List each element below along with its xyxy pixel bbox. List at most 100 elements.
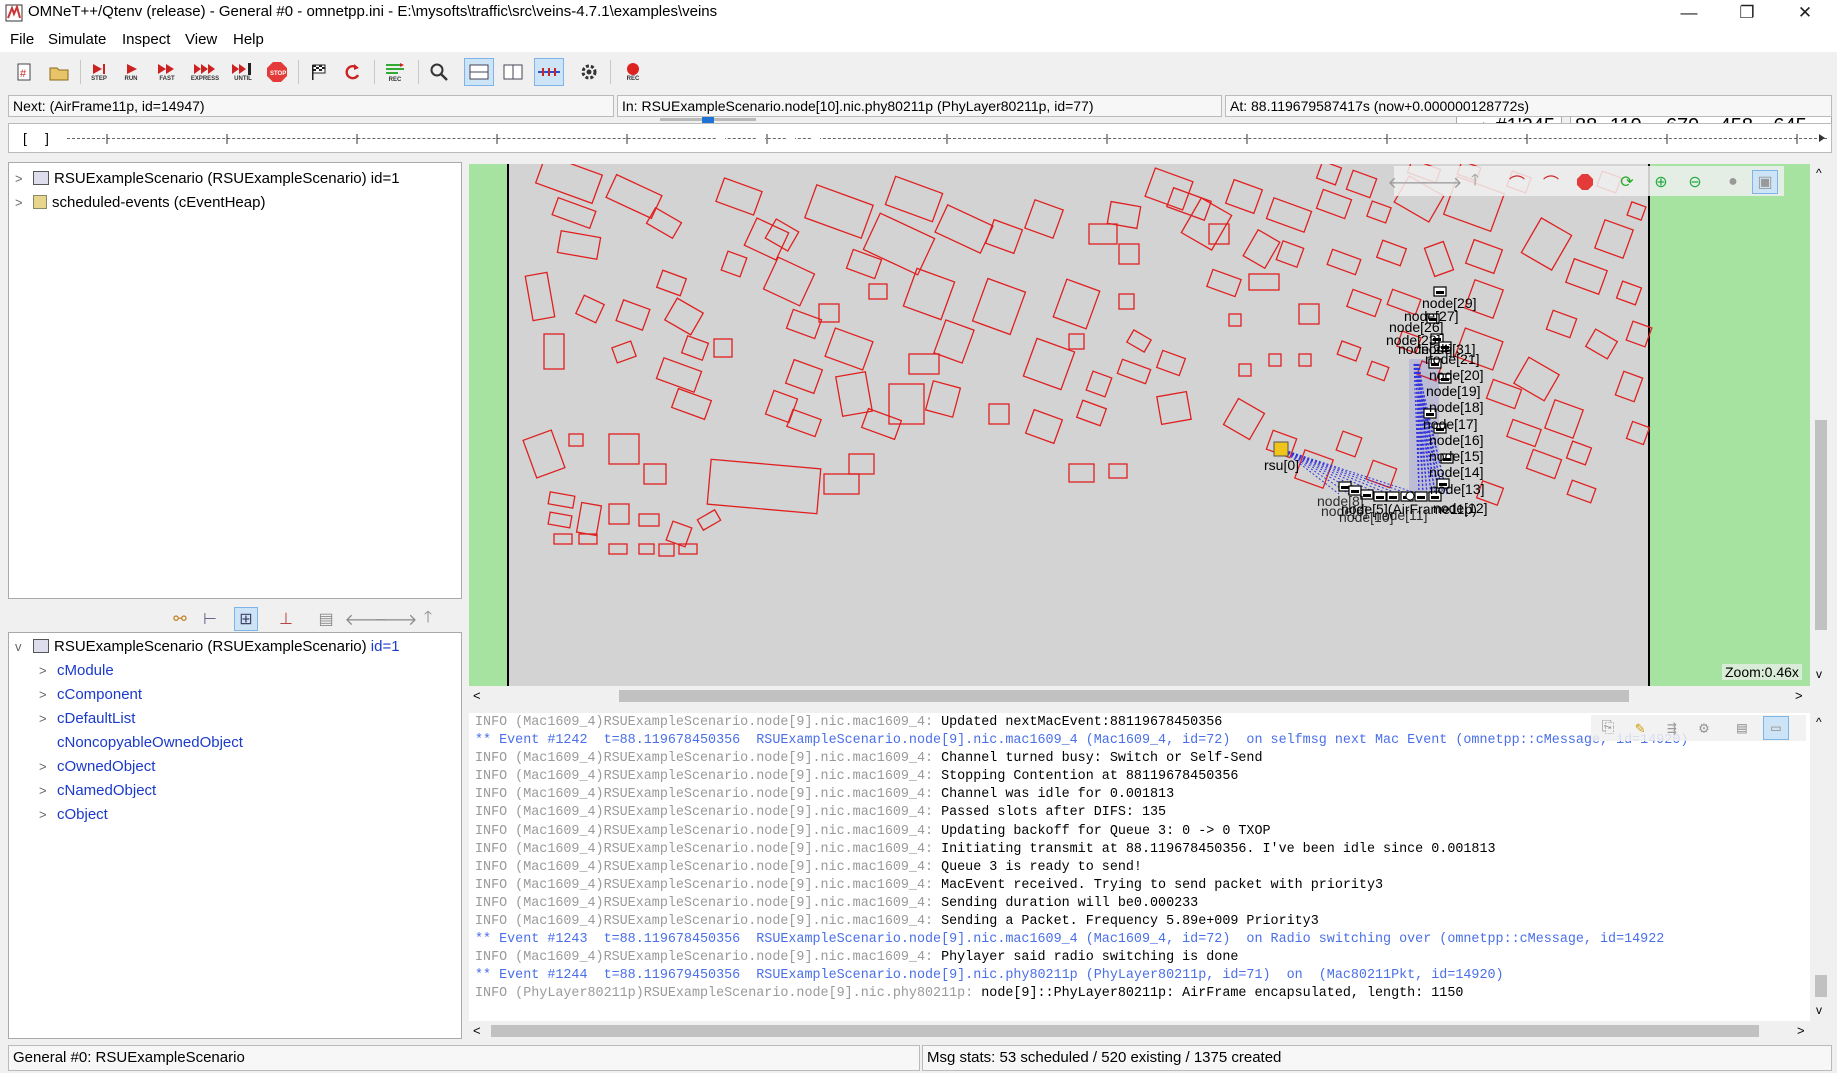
step-button[interactable]: STEP [84, 58, 114, 86]
layout-horizontal-button[interactable] [464, 58, 494, 86]
chevron-right-icon[interactable]: > [1795, 688, 1803, 703]
conclude-simulation-button[interactable] [304, 58, 334, 86]
inheritance-mode-button[interactable]: ⊥ [274, 607, 298, 631]
rsu-icon[interactable] [1273, 441, 1289, 457]
canvas-zoom-out-button[interactable]: ⊖ [1682, 170, 1708, 194]
chevron-right-icon[interactable]: > [39, 759, 53, 774]
canvas-parent-button[interactable]: 🡑 [1462, 170, 1488, 194]
event-recording-button[interactable]: REC [380, 58, 410, 86]
load-ned-button[interactable] [44, 58, 74, 86]
chevron-right-icon[interactable]: > [39, 663, 53, 678]
timeline-toggle-button[interactable] [534, 58, 564, 86]
chevron-up-icon[interactable]: ^ [1816, 166, 1822, 180]
class-label[interactable]: cModule [57, 662, 114, 679]
chevron-down-icon[interactable]: v [15, 639, 29, 654]
minimize-button[interactable]: — [1660, 0, 1718, 26]
canvas-back-button[interactable]: 🡐 [1388, 170, 1431, 194]
log-hscroll-thumb[interactable] [491, 1025, 1759, 1037]
until-button[interactable]: UNTIL [228, 58, 258, 86]
grouped-mode-button[interactable]: ⊞ [234, 607, 258, 631]
menu-view[interactable]: View [185, 31, 217, 48]
tree-row-network[interactable]: > RSUExampleScenario (RSUExampleScenario… [9, 166, 461, 190]
canvas-fast-local-button[interactable]: ⌒ [1538, 170, 1564, 194]
canvas-horizontal-scrollbar[interactable]: < > [469, 686, 1810, 706]
class-row[interactable]: > cModule [9, 658, 461, 682]
network-canvas[interactable]: node[29] node[27] node[26] node[23] node[24]… [469, 164, 1810, 686]
canvas-stop-button[interactable] [1572, 170, 1598, 194]
rebuild-network-button[interactable] [338, 58, 368, 86]
layout-vertical-button[interactable] [498, 58, 528, 86]
find-button[interactable] [424, 58, 454, 86]
canvas-run-local-button[interactable]: ⌒ [1504, 170, 1530, 194]
maximize-button[interactable]: ❐ [1718, 0, 1776, 26]
class-row[interactable]: > cOwnedObject [9, 754, 461, 778]
class-label[interactable]: cNamedObject [57, 782, 156, 799]
log-line: INFO (Mac1609_4)RSUExampleScenario.node[… [469, 949, 1810, 967]
chevron-right-icon[interactable]: > [1797, 1023, 1805, 1038]
parent-button[interactable]: 🡑 [416, 607, 440, 631]
class-row[interactable]: > cNamedObject [9, 778, 461, 802]
chevron-right-icon[interactable]: > [39, 807, 53, 822]
chevron-left-icon[interactable]: < [473, 688, 481, 703]
canvas-vscroll-thumb[interactable] [1815, 420, 1827, 630]
tree-row-scheduled-events[interactable]: > scheduled-events (cEventHeap) [9, 190, 461, 214]
inspector-root-row[interactable]: v RSUExampleScenario (RSUExampleScenario… [9, 634, 461, 658]
class-row[interactable]: > cComponent [9, 682, 461, 706]
log-viewer[interactable]: INFO (Mac1609_4)RSUExampleScenario.node[… [469, 713, 1810, 1021]
building-outline [1125, 329, 1153, 353]
log-vscroll-thumb[interactable] [1815, 975, 1827, 997]
run-button[interactable]: RUN [116, 58, 146, 86]
canvas-relayout-button[interactable]: ⟳ [1614, 170, 1640, 194]
log-settings-button[interactable]: ⚙ [1691, 716, 1717, 740]
class-row[interactable]: cNoncopyableOwnedObject [9, 730, 461, 754]
close-button[interactable]: ✕ [1776, 0, 1834, 26]
express-button[interactable]: EXPRESS [190, 58, 220, 86]
chevron-right-icon[interactable]: > [39, 783, 53, 798]
network-map: node[29]node[27]node[26]node[23]node[24]… [469, 164, 1810, 686]
preferences-button[interactable] [574, 58, 604, 86]
class-label[interactable]: cNoncopyableOwnedObject [57, 734, 243, 751]
log-vertical-scrollbar[interactable]: ^ v [1812, 713, 1830, 1021]
chevron-right-icon[interactable]: > [15, 195, 29, 210]
canvas-module-names-button[interactable]: ▣ [1752, 170, 1778, 194]
find-objects-button[interactable]: ⚯ [168, 607, 192, 631]
record-video-button[interactable]: REC [618, 58, 648, 86]
class-row[interactable]: > cObject [9, 802, 461, 826]
forward-button[interactable]: 🡒 [375, 607, 418, 631]
menu-file[interactable]: File [10, 31, 34, 48]
canvas-layers-button[interactable]: ● [1720, 170, 1746, 194]
menu-help[interactable]: Help [233, 31, 264, 48]
class-label[interactable]: cObject [57, 806, 108, 823]
log-goto-button[interactable]: ⇶ [1659, 716, 1685, 740]
chevron-right-icon[interactable]: > [15, 171, 29, 186]
canvas-zoom-in-button[interactable]: ⊕ [1648, 170, 1674, 194]
class-label[interactable]: cOwnedObject [57, 758, 155, 775]
stop-button[interactable]: STOP [262, 58, 292, 86]
children-mode-button[interactable]: ⊢ [198, 607, 222, 631]
new-run-button[interactable]: # [10, 58, 40, 86]
fast-button[interactable]: FAST [152, 58, 182, 86]
log-messages-mode-button[interactable]: ▤ [1729, 716, 1755, 740]
log-copy-button[interactable]: ⎘ [1595, 716, 1621, 740]
flat-mode-button[interactable]: ▤ [314, 607, 338, 631]
chevron-up-icon[interactable]: ^ [1816, 715, 1822, 729]
chevron-down-icon[interactable]: v [1816, 1003, 1822, 1017]
chevron-down-icon[interactable]: v [1816, 667, 1822, 681]
menu-inspect[interactable]: Inspect [122, 31, 170, 48]
menu-simulate[interactable]: Simulate [48, 31, 106, 48]
canvas-vertical-scrollbar[interactable]: ^ v [1812, 164, 1830, 686]
canvas-hscroll-thumb[interactable] [619, 690, 1629, 702]
log-output-mode-button[interactable]: ▭ [1763, 716, 1789, 740]
log-horizontal-scrollbar[interactable]: < > [469, 1021, 1830, 1041]
canvas-forward-button[interactable]: 🡒 [1420, 170, 1463, 194]
chevron-left-icon[interactable]: < [473, 1023, 481, 1038]
chevron-right-icon[interactable]: > [39, 711, 53, 726]
class-label[interactable]: cComponent [57, 686, 142, 703]
chevron-right-icon[interactable]: > [39, 687, 53, 702]
log-filter-button[interactable]: ✎ [1627, 716, 1653, 740]
class-row[interactable]: > cDefaultList [9, 706, 461, 730]
building-outline [1248, 273, 1280, 291]
event-timeline[interactable]: [ ] [8, 123, 1832, 153]
airframe-packet-icon [1405, 491, 1415, 501]
class-label[interactable]: cDefaultList [57, 710, 135, 727]
